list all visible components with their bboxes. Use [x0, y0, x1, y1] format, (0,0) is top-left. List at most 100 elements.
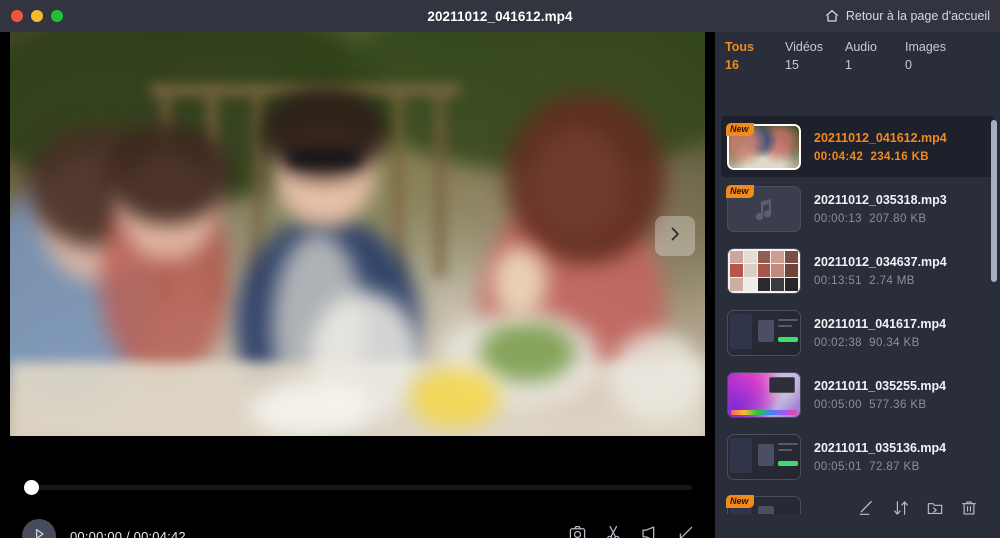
home-button[interactable]: Retour à la page d'accueil	[824, 0, 990, 32]
list-item[interactable]: 20211011_035255.mp4 00:05:00 577.36 KB	[721, 364, 994, 425]
expand-arrow-icon[interactable]	[676, 524, 695, 538]
folder-arrow-icon[interactable]	[926, 499, 944, 522]
thumbnail-art-macos-desktop	[728, 372, 800, 417]
sort-arrows-icon[interactable]	[892, 499, 910, 522]
pencil-icon[interactable]	[858, 499, 876, 522]
file-meta: 20211012_041612.mp4 00:04:42 234.16 KB	[814, 131, 947, 163]
time-display: 00:00:00 / 00:04:42	[70, 528, 186, 538]
file-meta: 20211011_041617.mp4 00:02:38 90.34 KB	[814, 317, 946, 349]
sidebar-tools	[715, 482, 1000, 538]
tab-count: 16	[725, 58, 739, 72]
file-details: 00:00:13 207.80 KB	[814, 213, 947, 225]
tab-label: Tous	[725, 40, 754, 54]
new-badge: New	[726, 122, 754, 136]
file-name: 20211012_034637.mp4	[814, 254, 947, 269]
file-meta: 20211012_034637.mp4 00:13:51 2.74 MB	[814, 255, 947, 287]
seek-handle[interactable]	[24, 480, 39, 495]
thumbnail	[727, 371, 801, 418]
file-size: 2.74 MB	[869, 274, 915, 287]
thumbnail	[727, 433, 801, 480]
tab-count: 1	[845, 58, 852, 72]
file-duration: 00:05:01	[814, 460, 862, 473]
file-name: 20211011_041617.mp4	[814, 316, 947, 331]
playback-controls: 00:00:00 / 00:04:42	[0, 502, 715, 538]
player-tool-icons	[568, 524, 695, 538]
thumbnail-wrap	[727, 309, 801, 356]
tab-tous[interactable]: Tous 16	[725, 40, 785, 84]
file-size: 90.34 KB	[869, 336, 920, 349]
scissors-icon[interactable]	[604, 524, 623, 538]
thumbnail	[727, 309, 801, 356]
video-scene-art	[10, 32, 705, 436]
list-item[interactable]: 20211011_041617.mp4 00:02:38 90.34 KB	[721, 302, 994, 363]
tab-label: Audio	[845, 40, 877, 54]
file-details: 00:05:01 72.87 KB	[814, 461, 946, 473]
chevron-right-icon	[666, 225, 684, 248]
file-name: 20211011_035255.mp4	[814, 378, 947, 393]
thumbnail-wrap: New	[726, 122, 801, 170]
tab-count: 15	[785, 58, 799, 72]
thumbnail-wrap	[727, 371, 801, 418]
video-frame	[10, 32, 705, 436]
file-size: 577.36 KB	[869, 398, 927, 411]
thumbnail-wrap	[727, 433, 801, 480]
thumbnail-art-filmstrip-grid	[728, 248, 800, 293]
video-stage[interactable]	[10, 32, 705, 436]
media-filter-tabs: Tous 16 Vidéos 15 Audio 1 Images 0	[715, 40, 1000, 84]
window-controls	[11, 10, 63, 22]
tab-count: 0	[905, 58, 912, 72]
play-icon	[31, 526, 47, 538]
file-size: 234.16 KB	[870, 150, 930, 163]
close-button[interactable]	[11, 10, 23, 22]
file-meta: 20211011_035136.mp4 00:05:01 72.87 KB	[814, 441, 946, 473]
tab-label: Vidéos	[785, 40, 823, 54]
file-size: 207.80 KB	[869, 212, 927, 225]
camera-icon[interactable]	[568, 524, 587, 538]
media-sidebar: Tous 16 Vidéos 15 Audio 1 Images 0 New 2…	[715, 32, 1000, 538]
file-duration: 00:00:13	[814, 212, 862, 225]
tab-audio[interactable]: Audio 1	[845, 40, 905, 84]
next-video-button[interactable]	[655, 216, 695, 256]
seek-track[interactable]	[24, 485, 692, 490]
file-name: 20211011_035136.mp4	[814, 440, 947, 455]
thumbnail	[727, 247, 801, 294]
title-bar: 20211012_041612.mp4 Retour à la page d'a…	[0, 0, 1000, 32]
speaker-icon[interactable]	[640, 524, 659, 538]
new-badge: New	[726, 184, 754, 198]
file-duration: 00:13:51	[814, 274, 862, 287]
tab-images[interactable]: Images 0	[905, 40, 965, 84]
file-details: 00:04:42 234.16 KB	[814, 151, 947, 163]
file-duration: 00:02:38	[814, 336, 862, 349]
list-item[interactable]: New 20211012_041612.mp4 00:04:42 234.16 …	[721, 116, 994, 177]
trash-icon[interactable]	[960, 499, 978, 522]
home-icon	[824, 8, 840, 24]
seek-bar-row	[0, 436, 715, 495]
file-duration: 00:04:42	[814, 150, 864, 163]
file-details: 00:05:00 577.36 KB	[814, 399, 946, 411]
list-item[interactable]: 20211011_035136.mp4 00:05:01 72.87 KB	[721, 426, 994, 487]
file-meta: 20211011_035255.mp4 00:05:00 577.36 KB	[814, 379, 946, 411]
thumbnail-art-mac-app-window	[728, 434, 800, 479]
thumbnail-art-mac-app-window	[728, 310, 800, 355]
file-size: 72.87 KB	[869, 460, 920, 473]
file-details: 00:02:38 90.34 KB	[814, 337, 946, 349]
file-duration: 00:05:00	[814, 398, 862, 411]
file-details: 00:13:51 2.74 MB	[814, 275, 947, 287]
tab-videos[interactable]: Vidéos 15	[785, 40, 845, 84]
minimize-button[interactable]	[31, 10, 43, 22]
new-badge: New	[726, 494, 754, 508]
list-item[interactable]: New 20211012_035318.mp3 00:00:13 207.80 …	[721, 178, 994, 239]
list-item[interactable]: 20211012_034637.mp4 00:13:51 2.74 MB	[721, 240, 994, 301]
file-list-scrollbar[interactable]	[991, 120, 997, 282]
file-meta: 20211012_035318.mp3 00:00:13 207.80 KB	[814, 193, 947, 225]
home-button-label: Retour à la page d'accueil	[845, 9, 990, 23]
thumbnail-wrap	[727, 247, 801, 294]
file-name: 20211012_041612.mp4	[814, 130, 947, 145]
play-button[interactable]	[22, 519, 56, 538]
tab-label: Images	[905, 40, 946, 54]
maximize-button[interactable]	[51, 10, 63, 22]
media-file-list[interactable]: New 20211012_041612.mp4 00:04:42 234.16 …	[715, 116, 1000, 514]
player-area: 00:00:00 / 00:04:42	[0, 32, 715, 538]
thumbnail-wrap: New	[726, 184, 801, 232]
video-player-window: 20211012_041612.mp4 Retour à la page d'a…	[0, 0, 1000, 538]
